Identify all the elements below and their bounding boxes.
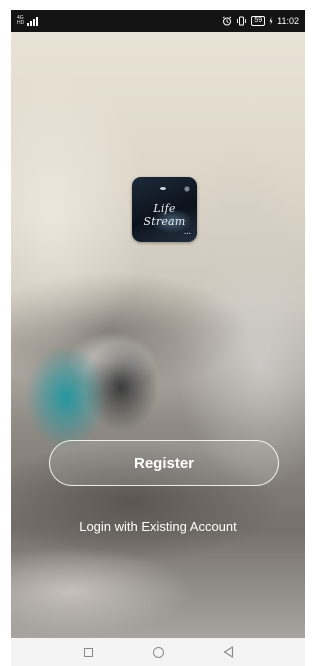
background-image: Life Stream ••• Register Login with Exis… [11,32,305,638]
recents-square-icon [83,647,93,657]
app-logo: Life Stream ••• [132,177,197,242]
login-existing-account-link[interactable]: Login with Existing Account [11,519,305,534]
network-type-bottom: HD [17,20,25,26]
battery-icon: 59 [251,16,266,26]
alarm-icon [223,16,232,26]
logo-fish-icon [160,187,166,190]
status-bar: 4G HD 59 11:02 [11,10,305,32]
status-time: 11:02 [277,16,299,26]
status-right: 59 11:02 [222,16,299,26]
battery-level: 59 [254,17,263,24]
status-left: 4G HD [17,16,39,26]
logo-subtext: ••• [183,231,191,236]
home-button[interactable] [147,641,169,663]
signal-icon [27,16,39,26]
back-button[interactable] [217,641,239,663]
network-type: 4G HD [17,16,24,26]
register-button[interactable]: Register [49,440,279,486]
home-circle-icon [152,646,164,658]
recents-button[interactable] [77,641,99,663]
vibrate-icon [237,16,247,26]
navigation-bar [11,638,305,666]
app-logo-text: Life Stream [143,202,186,228]
charging-icon [269,17,273,25]
phone-frame: 4G HD 59 11:02 Life Stream ••• Register … [0,0,311,666]
back-triangle-icon [223,646,233,658]
